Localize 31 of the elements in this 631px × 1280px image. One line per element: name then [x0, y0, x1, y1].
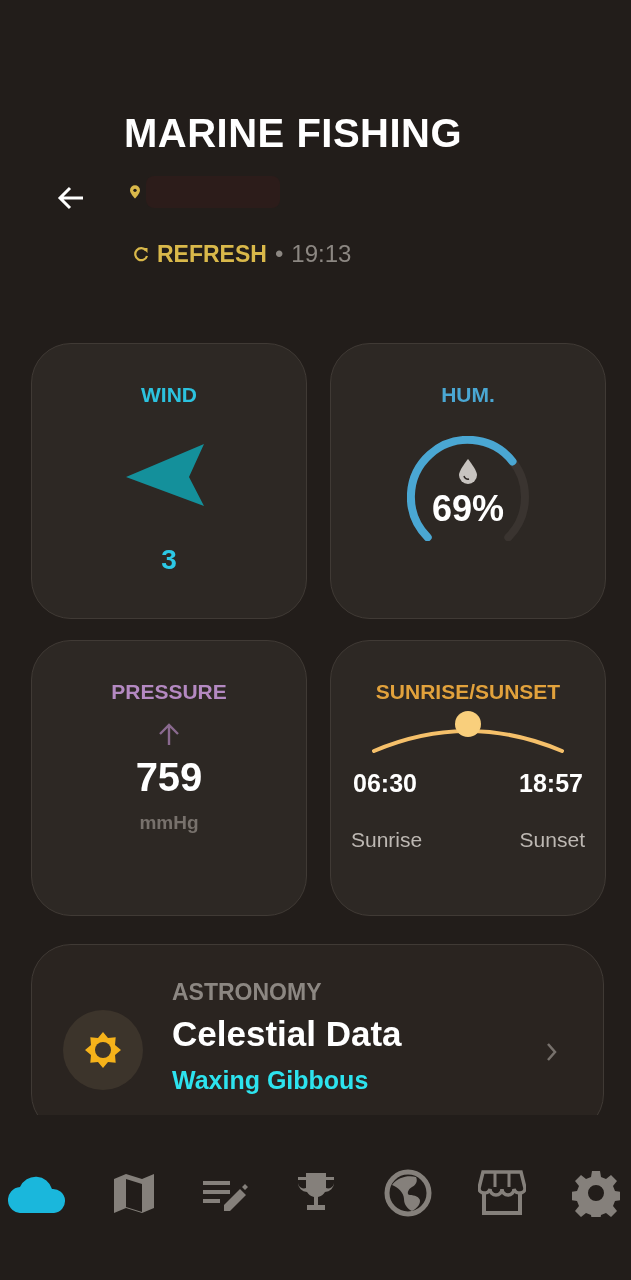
card-label: SUNRISE/SUNSET [375, 679, 561, 705]
card-label: PRESSURE [111, 679, 227, 705]
storefront-icon[interactable] [478, 1170, 526, 1216]
wind-arrow-icon [125, 444, 205, 506]
section-overline: ASTRONOMY [172, 979, 323, 1006]
sunset-label: Sunset [519, 828, 585, 852]
update-time: 19:13 [291, 240, 352, 268]
screen-title: MARINE FISHING [124, 110, 464, 157]
globe-icon[interactable] [384, 1169, 432, 1217]
sunrise-label: Sunrise [351, 828, 423, 852]
refresh-icon [133, 246, 149, 262]
astronomy-card[interactable]: ASTRONOMY Celestial Data Waxing Gibbous [31, 944, 604, 1115]
separator-dot: • [274, 240, 284, 268]
sunrise-time: 06:30 [353, 769, 417, 798]
sunset-time: 18:57 [519, 769, 583, 798]
location-pin-icon [130, 185, 140, 199]
moon-phase: Waxing Gibbous [172, 1066, 370, 1095]
wind-speed: 3 [161, 544, 177, 576]
card-label: HUM. [441, 382, 495, 408]
up-arrow-icon [158, 723, 180, 747]
water-drop-icon [458, 459, 478, 485]
card-label: WIND [141, 382, 197, 408]
sun-icon [83, 1030, 123, 1070]
map-icon[interactable] [112, 1171, 156, 1215]
pressure-value: 759 [135, 755, 203, 800]
card-title: Celestial Data [172, 1014, 403, 1054]
settings-icon[interactable] [572, 1169, 620, 1217]
refresh-button[interactable]: REFRESH [133, 240, 267, 268]
humidity-value: 69% [430, 488, 506, 530]
chevron-right-icon [546, 1042, 557, 1062]
pressure-unit: mmHg [139, 812, 199, 834]
